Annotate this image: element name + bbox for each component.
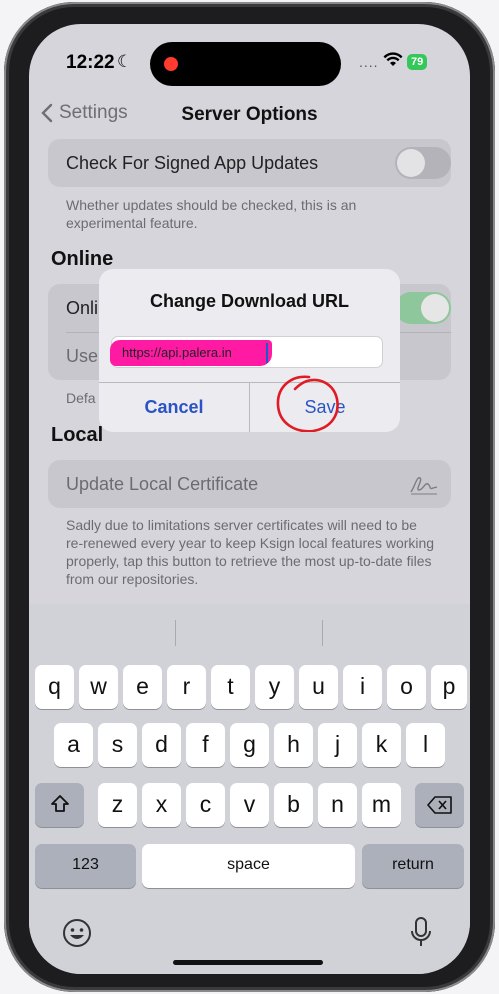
shift-icon	[50, 795, 69, 812]
key-a[interactable]: a	[54, 723, 93, 767]
dynamic-island	[150, 42, 341, 86]
online-section-header: Online	[51, 248, 114, 270]
local-footer: Sadly due to limitations server certific…	[66, 517, 435, 587]
key-w[interactable]: w	[79, 665, 118, 709]
key-r[interactable]: r	[167, 665, 206, 709]
shift-key[interactable]	[35, 783, 84, 827]
wifi-icon	[383, 52, 403, 66]
page-title: Server Options	[181, 104, 318, 125]
predictive-divider	[322, 620, 323, 646]
key-v[interactable]: v	[230, 783, 269, 827]
delete-key[interactable]	[415, 783, 464, 827]
key-k[interactable]: k	[362, 723, 401, 767]
key-b[interactable]: b	[274, 783, 313, 827]
moon-icon: ☾	[117, 52, 133, 71]
key-c[interactable]: c	[186, 783, 225, 827]
key-y[interactable]: y	[255, 665, 294, 709]
key-t[interactable]: t	[211, 665, 250, 709]
navigation-bar: Settings Server Options	[29, 96, 470, 136]
key-x[interactable]: x	[142, 783, 181, 827]
use-row-label: Use	[66, 346, 99, 366]
text-cursor	[266, 343, 268, 363]
key-z[interactable]: z	[98, 783, 137, 827]
local-section-header: Local	[51, 424, 104, 446]
battery-indicator: 79	[407, 54, 428, 70]
signature-icon	[410, 477, 438, 495]
key-m[interactable]: m	[362, 783, 401, 827]
toggle-knob	[421, 294, 449, 322]
recording-indicator	[164, 57, 178, 71]
annotation-circle	[276, 375, 339, 432]
key-e[interactable]: e	[123, 665, 162, 709]
cancel-button[interactable]: Cancel	[99, 383, 249, 432]
alert-title: Change Download URL	[150, 291, 349, 311]
change-url-alert: Change Download URL https://api.palera.i…	[99, 269, 400, 432]
home-indicator[interactable]	[173, 960, 323, 965]
check-updates-footer: Whether updates should be checked, this …	[66, 197, 357, 231]
space-key[interactable]: space	[142, 844, 355, 888]
signal-icon: ....	[359, 54, 379, 70]
keyboard: q w e r t y u i o p a s d f g h j k l z …	[29, 604, 470, 974]
phone-frame: 12:22 ☾ .... 79 Settings Server Options …	[4, 2, 495, 992]
key-n[interactable]: n	[318, 783, 357, 827]
delete-icon	[426, 796, 452, 814]
key-l[interactable]: l	[406, 723, 445, 767]
check-updates-label: Check For Signed App Updates	[66, 153, 319, 173]
check-updates-toggle[interactable]	[395, 147, 451, 179]
key-q[interactable]: q	[35, 665, 74, 709]
url-input-value: https://api.palera.in	[122, 345, 232, 360]
key-d[interactable]: d	[142, 723, 181, 767]
key-j[interactable]: j	[318, 723, 357, 767]
key-o[interactable]: o	[387, 665, 426, 709]
numbers-key[interactable]: 123	[35, 844, 136, 888]
key-s[interactable]: s	[98, 723, 137, 767]
screen: 12:22 ☾ .... 79 Settings Server Options …	[29, 24, 470, 974]
return-key[interactable]: return	[362, 844, 464, 888]
key-h[interactable]: h	[274, 723, 313, 767]
key-p[interactable]: p	[431, 665, 467, 709]
url-input[interactable]: https://api.palera.in	[110, 336, 383, 368]
online-toggle[interactable]	[395, 292, 451, 324]
update-certificate-cell[interactable]: Update Local Certificate	[48, 460, 451, 508]
key-f[interactable]: f	[186, 723, 225, 767]
status-bar: 12:22 ☾ .... 79	[29, 24, 470, 94]
key-i[interactable]: i	[343, 665, 382, 709]
status-time: 12:22	[66, 52, 115, 73]
key-u[interactable]: u	[299, 665, 338, 709]
toggle-knob	[397, 149, 425, 177]
key-g[interactable]: g	[230, 723, 269, 767]
microphone-icon[interactable]	[409, 916, 433, 948]
predictive-bar	[29, 604, 470, 660]
online-row-label: Onli	[66, 298, 99, 318]
predictive-divider	[175, 620, 176, 646]
update-certificate-label: Update Local Certificate	[66, 474, 259, 494]
check-updates-cell[interactable]: Check For Signed App Updates	[48, 139, 451, 187]
emoji-icon[interactable]	[62, 918, 92, 948]
